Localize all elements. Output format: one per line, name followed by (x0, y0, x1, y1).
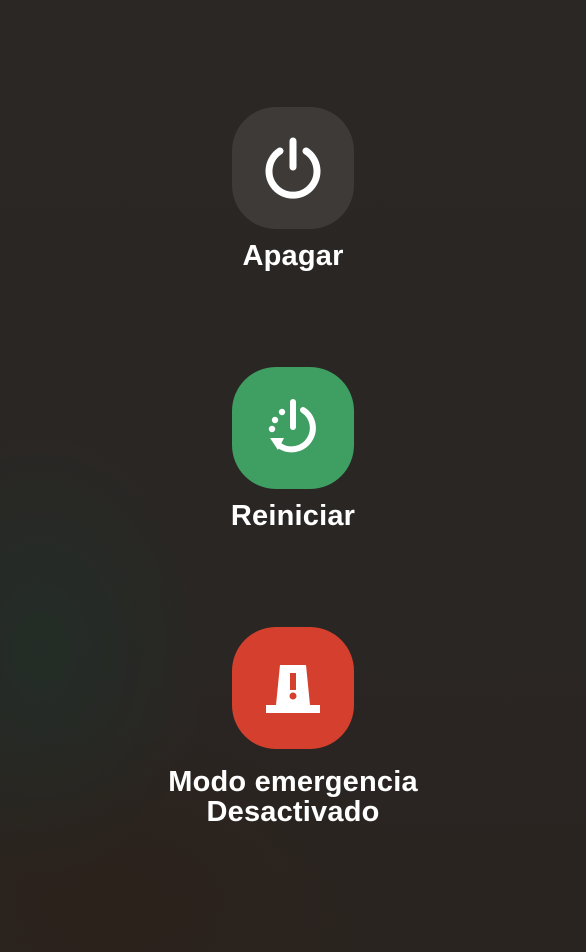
emergency-mode-button[interactable]: Modo emergencia Desactivado (0, 627, 586, 827)
emergency-mode-status: Desactivado (206, 796, 380, 828)
power-off-tile[interactable] (232, 107, 354, 229)
emergency-mode-label: Modo emergencia Desactivado (168, 767, 418, 827)
power-off-label: Apagar (242, 240, 344, 272)
emergency-tile[interactable] (232, 627, 354, 749)
restart-icon (268, 399, 316, 453)
power-icon (265, 137, 321, 199)
emergency-mode-title: Modo emergencia (168, 766, 418, 798)
emergency-alert-icon (266, 665, 320, 713)
restart-button[interactable]: Reiniciar (0, 367, 586, 531)
power-menu: Apagar Reiniciar Modo emergencia Desacti… (0, 0, 586, 952)
restart-tile[interactable] (232, 367, 354, 489)
restart-label: Reiniciar (230, 500, 356, 532)
power-off-button[interactable]: Apagar (0, 107, 586, 271)
